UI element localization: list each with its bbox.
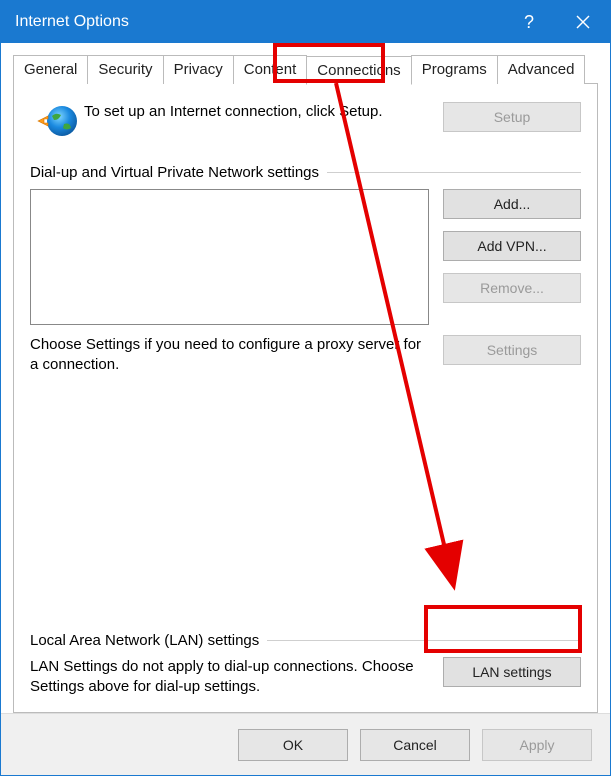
tab-advanced[interactable]: Advanced bbox=[497, 55, 586, 84]
add-vpn-button[interactable]: Add VPN... bbox=[443, 231, 581, 261]
tab-connections[interactable]: Connections bbox=[306, 56, 411, 85]
dialup-helper-row: Choose Settings if you need to configure… bbox=[30, 335, 581, 374]
add-button[interactable]: Add... bbox=[443, 189, 581, 219]
lan-group-label: Local Area Network (LAN) settings bbox=[30, 632, 267, 649]
tab-programs[interactable]: Programs bbox=[411, 55, 498, 84]
divider bbox=[267, 640, 581, 641]
tab-content[interactable]: Content bbox=[233, 55, 308, 84]
setup-button[interactable]: Setup bbox=[443, 102, 581, 132]
cancel-button[interactable]: Cancel bbox=[360, 729, 470, 761]
tab-security[interactable]: Security bbox=[87, 55, 163, 84]
dialup-settings-button[interactable]: Settings bbox=[443, 335, 581, 365]
lan-block: Local Area Network (LAN) settings LAN Se… bbox=[30, 626, 581, 696]
dialup-group-label: Dial-up and Virtual Private Network sett… bbox=[30, 164, 327, 181]
close-icon bbox=[576, 15, 590, 29]
lan-settings-button[interactable]: LAN settings bbox=[443, 657, 581, 687]
ok-button[interactable]: OK bbox=[238, 729, 348, 761]
internet-options-window: Internet Options ? General Security Priv… bbox=[0, 0, 611, 776]
close-button[interactable] bbox=[556, 1, 610, 43]
divider bbox=[327, 172, 581, 173]
window-title: Internet Options bbox=[15, 13, 502, 31]
dialup-body: Add... Add VPN... Remove... bbox=[30, 189, 581, 325]
setup-text: To set up an Internet connection, click … bbox=[84, 102, 443, 122]
apply-button[interactable]: Apply bbox=[482, 729, 592, 761]
content-area: General Security Privacy Content Connect… bbox=[1, 43, 610, 713]
tab-privacy[interactable]: Privacy bbox=[163, 55, 234, 84]
globe-icon bbox=[30, 102, 84, 140]
titlebar: Internet Options ? bbox=[1, 1, 610, 43]
tab-strip: General Security Privacy Content Connect… bbox=[13, 55, 598, 84]
tab-panel-connections: To set up an Internet connection, click … bbox=[13, 83, 598, 713]
tab-general[interactable]: General bbox=[13, 55, 88, 84]
lan-body: LAN Settings do not apply to dial-up con… bbox=[30, 657, 581, 696]
dialog-footer: OK Cancel Apply bbox=[1, 713, 610, 775]
lan-helper-text: LAN Settings do not apply to dial-up con… bbox=[30, 657, 429, 696]
setup-row: To set up an Internet connection, click … bbox=[30, 102, 581, 140]
lan-group-header: Local Area Network (LAN) settings bbox=[30, 632, 581, 649]
dialup-group-header: Dial-up and Virtual Private Network sett… bbox=[30, 164, 581, 181]
dialup-buttons: Add... Add VPN... Remove... bbox=[443, 189, 581, 325]
dialup-helper-text: Choose Settings if you need to configure… bbox=[30, 335, 429, 374]
help-button[interactable]: ? bbox=[502, 1, 556, 43]
dialup-listbox[interactable] bbox=[30, 189, 429, 325]
remove-button[interactable]: Remove... bbox=[443, 273, 581, 303]
